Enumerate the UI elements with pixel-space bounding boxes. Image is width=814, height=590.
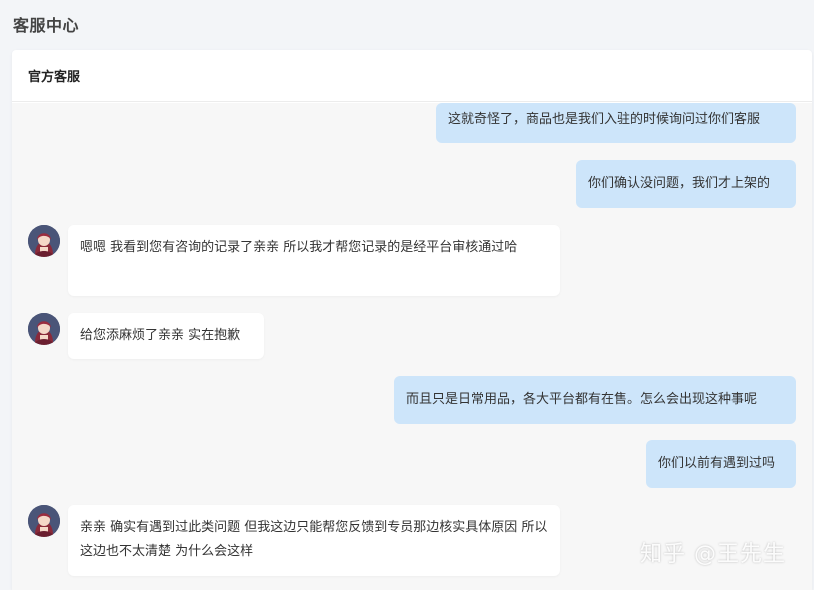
chat-message-list[interactable]: 这就奇怪了，商品也是我们入驻的时候询问过你们客服 你们确认没问题，我们才上架的 … [12, 103, 812, 590]
chat-message-outgoing: 你们以前有遇到过吗 [646, 440, 796, 488]
chat-message-outgoing: 这就奇怪了，商品也是我们入驻的时候询问过你们客服 [436, 103, 796, 143]
chat-message-outgoing: 而且只是日常用品，各大平台都有在售。怎么会出现这种事呢 [394, 376, 796, 424]
agent-avatar [28, 505, 60, 537]
chat-message-outgoing: 你们确认没问题，我们才上架的 [576, 160, 796, 208]
panel-title: 官方客服 [12, 50, 812, 102]
chat-panel: 官方客服 这就奇怪了，商品也是我们入驻的时候询问过你们客服 你们确认没问题，我们… [12, 50, 812, 590]
chat-message-incoming: 亲亲 确实有遇到过此类问题 但我这边只能帮您反馈到专员那边核实具体原因 所以这边… [68, 505, 560, 576]
agent-avatar-icon [28, 313, 60, 345]
message-text: 给您添麻烦了亲亲 实在抱歉 [80, 328, 241, 343]
message-text: 这就奇怪了，商品也是我们入驻的时候询问过你们客服 [448, 112, 761, 127]
agent-avatar-icon [28, 505, 60, 537]
message-text: 嗯嗯 我看到您有咨询的记录了亲亲 所以我才帮您记录的是经平台审核通过哈 [80, 240, 518, 255]
chat-message-incoming: 嗯嗯 我看到您有咨询的记录了亲亲 所以我才帮您记录的是经平台审核通过哈 [68, 225, 560, 296]
agent-avatar-icon [28, 225, 60, 257]
page-title: 客服中心 [13, 16, 80, 35]
agent-avatar [28, 313, 60, 345]
message-text: 亲亲 确实有遇到过此类问题 但我这边只能帮您反馈到专员那边核实具体原因 所以这边… [80, 520, 548, 559]
chat-message-incoming: 给您添麻烦了亲亲 实在抱歉 [68, 313, 264, 359]
watermark: 知乎 @王先生 [640, 542, 786, 567]
message-text: 你们确认没问题，我们才上架的 [588, 176, 771, 191]
message-text: 而且只是日常用品，各大平台都有在售。怎么会出现这种事呢 [406, 392, 758, 407]
agent-avatar [28, 225, 60, 257]
message-text: 你们以前有遇到过吗 [658, 456, 776, 471]
